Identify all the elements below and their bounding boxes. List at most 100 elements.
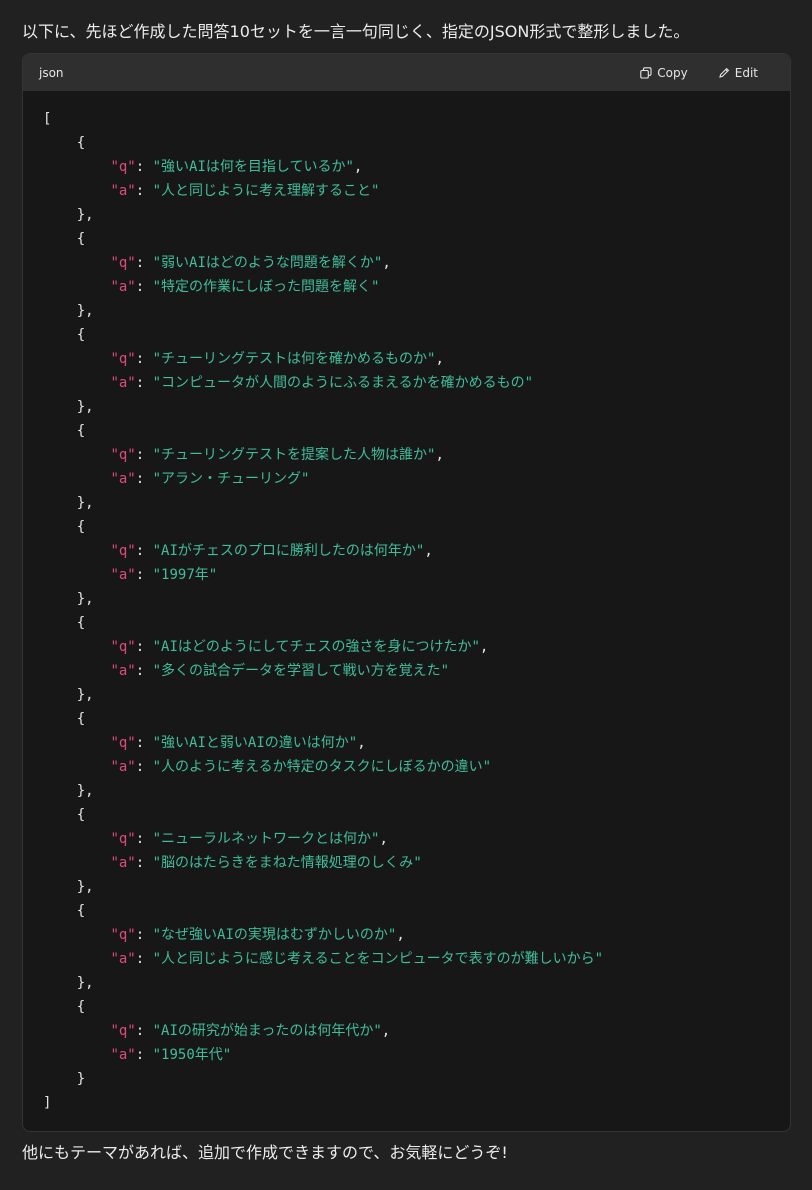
json-value-q: チューリングテストを提案した人物は誰か [161,447,428,463]
json-key-q: "q" [110,1023,136,1039]
object-close-brace: }, [76,687,94,703]
json-key-q: "q" [110,159,136,175]
json-string-quote: " [152,855,162,871]
json-string-quote: " [371,279,380,295]
json-key-q: "q" [110,447,136,463]
json-string-quote: " [152,447,162,463]
object-close-brace: }, [76,975,94,991]
object-close-brace: }, [76,783,94,799]
code-line: "q": "弱いAIはどのような問題を解くか", [110,255,391,271]
json-string-quote: " [348,735,358,751]
copy-button-label: Copy [657,65,688,80]
code-line: }, [43,203,770,227]
assistant-message-intro: 以下に、先ほど作成した問答10セットを一言一句同じく、指定のJSON形式で整形し… [22,22,690,41]
code-line: { [43,707,770,731]
code-line: { [43,323,770,347]
json-value-q: ニューラルネットワークとは何か [161,831,372,847]
code-line: }, [43,683,770,707]
json-value-q: チューリングテストは何を確かめるものか [161,351,428,367]
json-string-quote: " [152,183,162,199]
code-line: "q": "強いAIは何を目指しているか", [110,159,363,175]
json-key-a: "a" [110,567,136,583]
code-line: { [43,131,770,155]
open-bracket: [ [43,111,52,127]
code-line: "q": "AIがチェスのプロに勝利したのは何年か", [110,543,433,559]
copy-button[interactable]: Copy [640,65,688,80]
object-open-brace: { [76,903,86,919]
code-line: { [43,899,770,923]
json-string-quote: " [152,735,162,751]
code-line: { [43,611,770,635]
code-line: }, [43,875,770,899]
json-value-a: アラン・チューリング [161,471,302,487]
json-string-quote: " [222,1047,232,1063]
json-key-q: "q" [110,831,136,847]
json-key-q: "q" [110,927,136,943]
code-line: "q": "ニューラルネットワークとは何か", [110,831,388,847]
json-string-quote: " [152,1047,162,1063]
code-line: "a": "人のように考えるか特定のタスクにしぼるかの違い" [110,759,492,775]
object-close-brace: }, [76,879,94,895]
code-line: }, [43,779,770,803]
json-value-a: 脳のはたらきをまねた情報処理のしくみ [161,855,414,871]
json-string-quote: " [152,255,162,271]
code-line: "a": "コンピュータが人間のようにふるまえるかを確かめるもの" [110,375,534,391]
edit-button-label: Edit [734,65,758,80]
object-open-brace: { [76,327,86,343]
code-line: ] [43,1091,770,1115]
json-string-quote: " [373,1023,382,1039]
json-value-q: 強いAIは何を目指しているか [161,159,346,175]
object-close-brace: }, [76,495,94,511]
json-key-q: "q" [110,639,136,655]
object-open-brace: { [76,135,86,151]
code-line: { [43,419,770,443]
code-line: "a": "人と同じように考え理解すること" [110,183,380,199]
object-close-brace: }, [76,591,94,607]
code-language-label: json [39,65,64,80]
json-string-quote: " [594,951,604,967]
code-block: json Copy Edit [ { "q": "強いAIは何を目指しているか"… [22,53,791,1132]
code-content: [ { "q": "強いAIは何を目指しているか", "a": "人と同じように… [23,91,790,1115]
json-value-q: AIはどのようにしてチェスの強さを身につけたか [161,639,472,655]
json-key-a: "a" [110,759,136,775]
json-value-q: なぜ強いAIの実現はむずかしいのか [161,927,388,943]
code-line: }, [43,299,770,323]
code-line: { [43,515,770,539]
json-key-a: "a" [110,663,136,679]
json-value-a: 人と同じように考え理解すること [161,183,372,199]
json-string-quote: " [152,927,162,943]
object-open-brace: { [76,423,86,439]
json-string-quote: " [152,831,162,847]
json-string-quote: " [301,471,310,487]
json-string-quote: " [152,663,162,679]
code-line: }, [43,395,770,419]
code-line: { [43,227,770,251]
json-value-a: 1997年 [161,567,209,583]
json-value-q: 弱いAIはどのような問題を解くか [161,255,374,271]
code-line: "q": "なぜ強いAIの実現はむずかしいのか", [110,927,405,943]
json-string-quote: " [152,567,162,583]
json-string-quote: " [152,1023,162,1039]
json-string-quote: " [152,951,162,967]
object-open-brace: { [76,519,86,535]
object-close-brace: }, [76,207,94,223]
json-string-quote: " [387,927,397,943]
code-line: "q": "AIの研究が始まったのは何年代か", [110,1023,391,1039]
json-key-q: "q" [110,255,136,271]
json-key-a: "a" [110,1047,136,1063]
assistant-message-outro: 他にもテーマがあれば、追加で作成できますので、お気軽にどうぞ! [22,1143,508,1162]
edit-button[interactable]: Edit [718,66,758,80]
object-close-brace: }, [76,303,94,319]
code-line: "a": "アラン・チューリング" [110,471,310,487]
edit-icon [718,67,729,78]
json-string-quote: " [152,375,162,391]
code-line: "a": "人と同じように感じ考えることをコンピュータで表すのが難しいから" [110,951,604,967]
code-line: "q": "チューリングテストは何を確かめるものか", [110,351,444,367]
code-line: "q": "強いAIと弱いAIの違いは何か", [110,735,366,751]
object-open-brace: { [76,711,86,727]
json-string-quote: " [208,567,218,583]
json-string-quote: " [345,159,354,175]
json-key-a: "a" [110,471,136,487]
code-line: "a": "多くの試合データを学習して戦い方を覚えた" [110,663,450,679]
json-string-quote: " [427,447,436,463]
